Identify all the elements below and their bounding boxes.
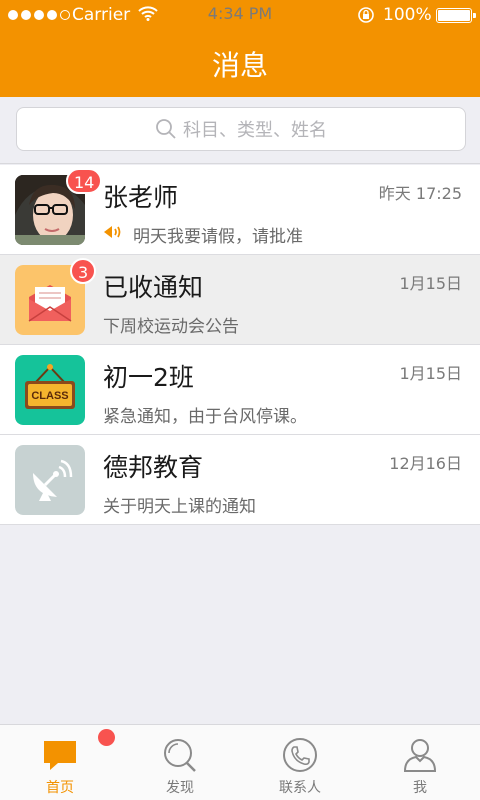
user-icon (402, 737, 438, 773)
tab-label: 发现 (166, 780, 194, 796)
search-placeholder: 科目、类型、姓名 (183, 120, 327, 141)
search-icon (155, 118, 177, 140)
list-item[interactable]: 14 张老师 昨天 17:25 明天我要请假，请批准 (0, 165, 480, 255)
tab-label: 联系人 (279, 780, 321, 796)
phone-icon (282, 737, 318, 773)
message-sender: 已收通知 (103, 273, 204, 302)
avatar: CLASS (15, 355, 85, 425)
message-preview: 紧急通知，由于台风停课。 (103, 402, 307, 427)
message-time: 1月15日 (399, 274, 462, 293)
status-bar: Carrier 4:34 PM 100% (0, 0, 480, 30)
top-bar: Carrier 4:34 PM 100% 消息 (0, 0, 480, 97)
page-title: 消息 (211, 49, 268, 82)
tab-home[interactable]: 首页 (0, 725, 120, 800)
tab-contacts[interactable]: 联系人 (240, 725, 360, 800)
rotation-lock-icon (357, 6, 375, 29)
message-preview-text: 紧急通知，由于台风停课。 (103, 407, 307, 427)
list-item[interactable]: 德邦教育 12月16日 关于明天上课的通知 (0, 435, 480, 525)
search-input[interactable]: 科目、类型、姓名 (16, 107, 466, 151)
message-sender: 张老师 (103, 183, 179, 212)
unread-badge: 14 (66, 168, 103, 194)
list-item[interactable]: CLASS 初一2班 1月15日 紧急通知，由于台风停课。 (0, 345, 480, 435)
message-list: 14 张老师 昨天 17:25 明天我要请假，请批准 3 已收通知 1月15日 … (0, 165, 480, 525)
tab-label: 我 (413, 780, 427, 796)
notification-dot (98, 729, 115, 746)
list-item[interactable]: 3 已收通知 1月15日 下周校运动会公告 (0, 255, 480, 345)
avatar (15, 445, 85, 515)
message-time: 1月15日 (399, 364, 462, 383)
message-preview: 下周校运动会公告 (103, 312, 239, 337)
unread-badge: 3 (70, 258, 97, 284)
message-preview: 明天我要请假，请批准 (103, 222, 303, 247)
message-preview-text: 关于明天上课的通知 (103, 497, 256, 517)
message-sender: 德邦教育 (103, 453, 204, 482)
tab-discover[interactable]: 发现 (120, 725, 240, 800)
message-preview: 关于明天上课的通知 (103, 492, 256, 517)
message-sender: 初一2班 (103, 363, 194, 392)
message-time: 12月16日 (389, 454, 462, 473)
battery-icon (436, 8, 476, 23)
tab-bar: 首页 发现 联系人 我 (0, 724, 480, 800)
battery-percent: 100% (383, 5, 432, 25)
message-preview-text: 明天我要请假，请批准 (133, 227, 303, 247)
search-icon (162, 737, 198, 773)
search-bar: 科目、类型、姓名 (0, 97, 480, 164)
message-time: 昨天 17:25 (378, 184, 462, 203)
tab-label: 首页 (46, 780, 74, 796)
message-preview-text: 下周校运动会公告 (103, 317, 239, 337)
class-sign-text: CLASS (31, 390, 68, 402)
voice-message-icon (103, 224, 125, 245)
tab-me[interactable]: 我 (360, 725, 480, 800)
chat-bubble-icon (42, 737, 78, 773)
